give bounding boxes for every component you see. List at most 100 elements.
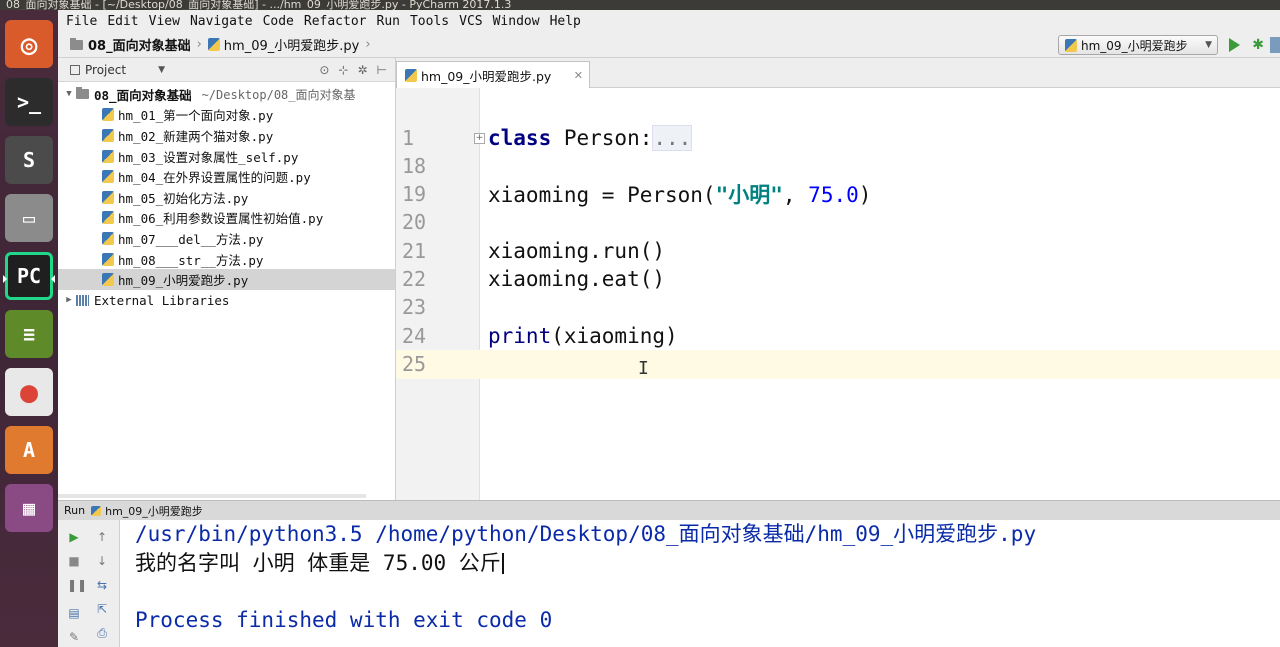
debug-icon[interactable]: ✱ xyxy=(1252,37,1264,53)
ubuntu-dash-icon[interactable]: ◎ xyxy=(5,20,53,68)
external-libraries-label: External Libraries xyxy=(94,292,230,308)
hide-panel-icon[interactable]: ⊢ xyxy=(377,63,387,77)
line-number: 22 xyxy=(402,267,427,292)
fold-marker-icon[interactable]: + xyxy=(474,133,485,144)
line-number: 24 xyxy=(402,324,427,349)
workspace-switcher-icon[interactable]: ▦ xyxy=(5,484,53,532)
class-name: Person: xyxy=(551,126,653,151)
breadcrumb-project[interactable]: 08_面向对象基础 xyxy=(70,35,191,54)
run-console[interactable]: /usr/bin/python3.5 /home/python/Desktop/… xyxy=(120,520,1280,647)
number-literal: 75.0 xyxy=(808,183,859,208)
python-file-icon xyxy=(102,170,114,184)
code-line: 23 xyxy=(396,293,1280,322)
run-icon[interactable] xyxy=(1229,38,1240,52)
chrome-icon[interactable]: ● xyxy=(5,368,53,416)
collapse-all-icon[interactable]: ⊹ xyxy=(338,63,348,77)
code-line: 24 print(xiaoming) xyxy=(396,322,1280,351)
project-panel-header: Project ▼ ⊙ ⊹ ✲ ⊢ xyxy=(58,58,395,82)
project-tree: ▼ 08_面向对象基础 ~/Desktop/08_面向对象基 hm_01_第一个… xyxy=(58,82,395,311)
rerun-icon[interactable]: ▶ xyxy=(67,530,81,544)
folded-code-placeholder[interactable]: ... xyxy=(652,125,693,152)
tree-file-label: hm_02_新建两个猫对象.py xyxy=(118,128,274,144)
menu-window[interactable]: Window xyxy=(493,14,540,29)
project-view-selector[interactable]: Project xyxy=(85,63,126,77)
tree-external-libraries[interactable]: ▶ External Libraries xyxy=(58,290,395,311)
keyword: class xyxy=(488,126,552,151)
code-line: 19 xiaoming = Person("小明", 75.0) xyxy=(396,180,1280,209)
menu-refactor[interactable]: Refactor xyxy=(304,14,367,29)
tree-file-item[interactable]: hm_04_在外界设置属性的问题.py xyxy=(58,166,395,187)
tree-root-folder[interactable]: ▼ 08_面向对象基础 ~/Desktop/08_面向对象基 xyxy=(58,84,395,105)
tree-file-item[interactable]: hm_01_第一个面向对象.py xyxy=(58,105,395,126)
horizontal-scrollbar[interactable] xyxy=(58,494,366,498)
menu-run[interactable]: Run xyxy=(377,14,400,29)
line-number: 25 xyxy=(402,352,427,377)
sublime-text-icon[interactable]: S xyxy=(5,136,53,184)
folder-icon xyxy=(76,87,89,100)
run-configuration-dropdown[interactable]: hm_09_小明爱跑步 ▼ xyxy=(1058,35,1218,55)
dump-threads-icon[interactable]: ▤ xyxy=(67,606,81,620)
menu-navigate[interactable]: Navigate xyxy=(190,14,253,29)
export-output-icon[interactable]: ⇱ xyxy=(95,602,109,616)
python-file-icon xyxy=(102,128,114,142)
toolbar-overflow-icon[interactable] xyxy=(1270,37,1280,53)
close-icon[interactable]: ✕ xyxy=(574,69,583,82)
code-line: 22 xiaoming.eat() xyxy=(396,265,1280,294)
library-icon xyxy=(76,294,89,306)
tree-file-item[interactable]: hm_05_初始化方法.py xyxy=(58,187,395,208)
project-tool-window: Project ▼ ⊙ ⊹ ✲ ⊢ ▼ 08_面向对象基础 ~/Desktop/… xyxy=(58,58,396,500)
software-center-icon[interactable]: A xyxy=(5,426,53,474)
menu-edit[interactable]: Edit xyxy=(107,14,138,29)
sync-icon[interactable]: ⊙ xyxy=(319,63,329,77)
pause-icon[interactable]: ❚❚ xyxy=(67,578,87,592)
scroll-up-icon[interactable]: ↑ xyxy=(95,530,109,544)
code-editor[interactable]: 1 class Person:... + 18 19 xiaoming = Pe… xyxy=(396,88,1280,500)
current-code-line: 25 xyxy=(396,350,1280,379)
menu-view[interactable]: View xyxy=(149,14,180,29)
menu-code[interactable]: Code xyxy=(263,14,294,29)
tree-file-label: hm_06_利用参数设置属性初始值.py xyxy=(118,211,324,227)
soft-wrap-icon[interactable]: ⇆ xyxy=(95,578,109,592)
print-icon[interactable]: ⎙ xyxy=(95,626,109,640)
editor-tab-bar: hm_09_小明爱跑步.py ✕ xyxy=(396,58,1280,88)
menu-tools[interactable]: Tools xyxy=(410,14,449,29)
tree-file-label: hm_04_在外界设置属性的问题.py xyxy=(118,170,311,186)
settings-icon[interactable]: ✎ xyxy=(67,630,81,644)
chevron-down-icon: ▼ xyxy=(1205,40,1212,50)
chevron-down-icon[interactable]: ▼ xyxy=(158,65,165,75)
code-text: xiaoming.run() xyxy=(488,239,666,264)
settings-gear-icon[interactable]: ✲ xyxy=(357,63,367,77)
breadcrumb-separator-icon: › xyxy=(365,37,371,52)
menu-vcs[interactable]: VCS xyxy=(459,14,482,29)
navigation-bar: 08_面向对象基础 › hm_09_小明爱跑步.py › hm_09_小明爱跑步… xyxy=(58,32,1280,58)
project-view-icon xyxy=(70,64,80,75)
scroll-down-icon[interactable]: ↓ xyxy=(95,554,109,568)
tree-file-label: hm_01_第一个面向对象.py xyxy=(118,108,274,124)
tree-file-item[interactable]: hm_07___del__方法.py xyxy=(58,228,395,249)
line-number: 19 xyxy=(402,182,427,207)
pycharm-icon[interactable]: PC xyxy=(3,252,55,300)
python-file-icon xyxy=(207,38,220,51)
files-icon[interactable]: ▭ xyxy=(5,194,53,242)
books-icon[interactable]: ≡ xyxy=(5,310,53,358)
tree-file-item[interactable]: hm_03_设置对象属性_self.py xyxy=(58,146,395,167)
tree-file-item[interactable]: hm_02_新建两个猫对象.py xyxy=(58,125,395,146)
tree-file-item[interactable]: hm_06_利用参数设置属性初始值.py xyxy=(58,208,395,229)
editor-tab-active[interactable]: hm_09_小明爱跑步.py ✕ xyxy=(396,61,590,88)
root-folder-path: ~/Desktop/08_面向对象基 xyxy=(201,87,356,102)
editor-tab-label: hm_09_小明爱跑步.py xyxy=(421,68,552,84)
expand-arrow-icon[interactable]: ▼ xyxy=(62,89,76,99)
breadcrumb-file-label: hm_09_小明爱跑步.py xyxy=(223,39,360,54)
line-number: 23 xyxy=(402,295,427,320)
menu-file[interactable]: File xyxy=(66,14,97,29)
tree-file-label: hm_08___str__方法.py xyxy=(118,252,264,268)
menu-help[interactable]: Help xyxy=(550,14,581,29)
run-tab-label[interactable]: hm_09_小明爱跑步 xyxy=(105,503,203,519)
terminal-icon[interactable]: >_ xyxy=(5,78,53,126)
tree-file-item[interactable]: hm_09_小明爱跑步.py xyxy=(58,269,395,290)
collapsed-arrow-icon[interactable]: ▶ xyxy=(62,295,76,305)
breadcrumb-separator-icon: › xyxy=(196,37,202,52)
tree-file-item[interactable]: hm_08___str__方法.py xyxy=(58,249,395,270)
stop-icon[interactable]: ■ xyxy=(67,554,81,568)
breadcrumb-file[interactable]: hm_09_小明爱跑步.py xyxy=(207,35,360,54)
